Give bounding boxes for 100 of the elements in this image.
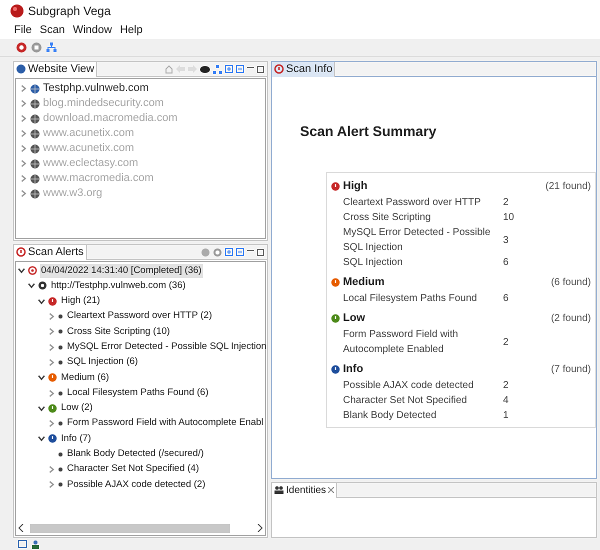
alert-tree-item[interactable]: Possible AJAX code detected (2) bbox=[66, 478, 206, 492]
window-icon[interactable] bbox=[18, 540, 27, 548]
alert-name: Local Filesystem Paths Found bbox=[343, 292, 478, 306]
severity-heading: Low bbox=[343, 310, 365, 326]
stop-icon[interactable] bbox=[201, 248, 210, 256]
person-icon[interactable] bbox=[31, 540, 40, 548]
bullet-icon bbox=[58, 344, 63, 350]
collapse-all-icon[interactable] bbox=[236, 248, 244, 256]
alert-icon bbox=[274, 64, 284, 74]
alert-tree-item[interactable]: MySQL Error Detected - Possible SQL Injection bbox=[66, 340, 268, 354]
expanded-chevron-icon[interactable] bbox=[28, 282, 35, 290]
scrollbar-thumb[interactable] bbox=[30, 524, 230, 532]
bullet-icon bbox=[58, 467, 63, 472]
alert-tree-item[interactable]: Cleartext Password over HTTP (2) bbox=[66, 309, 214, 324]
alert-tree-item[interactable]: Character Set Not Specified (4) bbox=[66, 462, 200, 477]
expanded-chevron-icon[interactable] bbox=[38, 435, 45, 442]
collapsed-chevron-icon[interactable] bbox=[48, 390, 55, 397]
alert-count: 1 bbox=[503, 409, 509, 423]
close-icon[interactable] bbox=[328, 487, 334, 493]
collapsed-chevron-icon[interactable] bbox=[20, 100, 27, 107]
alert-tree-item[interactable]: http://Testphp.vulnweb.com (36) bbox=[50, 278, 187, 294]
alert-name: MySQL Error Detected - Possible SQL Injection bbox=[343, 226, 492, 255]
severity-dot-icon bbox=[331, 364, 340, 374]
new-scan-icon[interactable] bbox=[16, 42, 27, 53]
alert-tree-item[interactable]: Medium (6) bbox=[60, 370, 110, 385]
alert-name: Character Set Not Specified bbox=[343, 394, 468, 408]
sitemap-icon[interactable] bbox=[46, 42, 57, 53]
collapsed-chevron-icon[interactable] bbox=[20, 130, 27, 137]
alert-name: Form Password Field with Autocomplete Enabled bbox=[343, 328, 460, 357]
scroll-right-icon[interactable] bbox=[257, 524, 263, 532]
alert-count: 3 bbox=[503, 234, 509, 248]
menu-item[interactable]: Window bbox=[72, 22, 112, 39]
alert-name: Possible AJAX code detected bbox=[343, 379, 475, 393]
bullet-icon bbox=[58, 482, 63, 488]
expand-all-icon[interactable] bbox=[225, 248, 233, 256]
alert-count: 2 bbox=[503, 379, 509, 393]
alert-count: 6 bbox=[503, 292, 509, 306]
collapsed-chevron-icon[interactable] bbox=[48, 466, 55, 473]
expand-all-icon[interactable] bbox=[225, 65, 233, 73]
alert-name: Blank Body Detected bbox=[343, 409, 438, 423]
record-icon[interactable] bbox=[213, 248, 222, 256]
alert-tree-item[interactable]: SQL Injection (6) bbox=[66, 355, 139, 370]
severity-heading: Medium bbox=[343, 274, 385, 290]
alert-count: 10 bbox=[503, 211, 514, 225]
alert-tree-item[interactable]: Local Filesystem Paths Found (6) bbox=[66, 386, 210, 400]
bullet-icon bbox=[58, 360, 63, 365]
alert-tree-item[interactable]: Low (2) bbox=[60, 401, 94, 416]
site-tree-item[interactable]: Testphp.vulnweb.com bbox=[43, 80, 149, 97]
alert-tree-item[interactable]: 04/04/2022 14:31:40 [Completed] (36) bbox=[40, 264, 203, 278]
alert-tree-item[interactable]: Info (7) bbox=[60, 432, 92, 446]
maximize-icon[interactable] bbox=[257, 248, 264, 256]
bullet-icon bbox=[58, 421, 63, 426]
bullet-icon bbox=[58, 314, 63, 320]
menu-item[interactable]: Help bbox=[120, 22, 143, 39]
expanded-chevron-icon[interactable] bbox=[38, 298, 45, 305]
alert-count: 4 bbox=[503, 394, 509, 408]
target-icon bbox=[28, 266, 37, 276]
app-logo-icon bbox=[10, 4, 24, 18]
severity-dot-icon bbox=[48, 404, 57, 413]
alert-tree-item[interactable]: Cross Site Scripting (10) bbox=[66, 324, 171, 339]
collapsed-chevron-icon[interactable] bbox=[20, 175, 27, 182]
collapsed-chevron-icon[interactable] bbox=[20, 145, 27, 152]
collapsed-chevron-icon[interactable] bbox=[48, 420, 55, 428]
alert-name: SQL Injection bbox=[343, 256, 404, 270]
severity-dot-icon bbox=[331, 278, 340, 286]
alert-count: 6 bbox=[503, 256, 509, 270]
severity-heading: High bbox=[343, 178, 368, 194]
bullet-icon bbox=[58, 452, 63, 457]
severity-dot-icon bbox=[48, 296, 57, 306]
severity-dot-icon bbox=[48, 434, 57, 444]
alert-tree-item[interactable]: High (21) bbox=[60, 294, 102, 308]
collapsed-chevron-icon[interactable] bbox=[20, 115, 27, 122]
found-count: (6 found) bbox=[550, 276, 591, 290]
severity-dot-icon bbox=[331, 182, 340, 190]
expanded-chevron-icon[interactable] bbox=[38, 404, 45, 412]
alert-icon bbox=[16, 247, 26, 257]
stop-icon[interactable] bbox=[31, 42, 42, 53]
people-icon bbox=[274, 486, 284, 494]
collapsed-chevron-icon[interactable] bbox=[20, 190, 27, 197]
sitemap-icon[interactable] bbox=[213, 64, 222, 74]
alert-count: 2 bbox=[503, 196, 509, 210]
alert-count: 2 bbox=[503, 336, 509, 350]
home-icon[interactable] bbox=[165, 64, 173, 74]
eye-icon[interactable] bbox=[200, 66, 210, 72]
collapse-all-icon[interactable] bbox=[236, 65, 244, 73]
collapsed-chevron-icon[interactable] bbox=[20, 160, 27, 167]
menu-item[interactable]: Scan bbox=[40, 22, 65, 39]
found-count: (21 found) bbox=[545, 180, 591, 194]
found-count: (7 found) bbox=[550, 362, 591, 376]
collapsed-chevron-icon[interactable] bbox=[48, 481, 55, 488]
alert-tree-item[interactable]: Blank Body Detected (/secured/) bbox=[66, 447, 205, 462]
scroll-left-icon[interactable] bbox=[18, 524, 24, 532]
bullet-icon bbox=[58, 390, 63, 396]
window-title: Subgraph Vega bbox=[28, 3, 111, 20]
maximize-icon[interactable] bbox=[257, 66, 264, 72]
alert-tree-item[interactable]: Form Password Field with Autocomplete Enabl bbox=[66, 416, 264, 431]
expanded-chevron-icon[interactable] bbox=[18, 267, 25, 274]
collapsed-chevron-icon[interactable] bbox=[20, 85, 27, 92]
menu-item[interactable]: File bbox=[14, 22, 32, 39]
expanded-chevron-icon[interactable] bbox=[38, 374, 45, 382]
